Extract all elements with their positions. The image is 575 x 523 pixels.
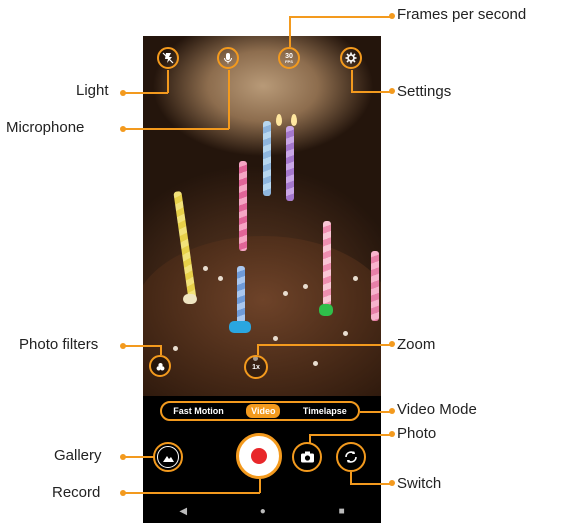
settings-gear-icon[interactable] [340, 47, 362, 69]
flash-off-icon[interactable] [157, 47, 179, 69]
candle [239, 161, 247, 251]
callout-video-mode: Video Mode [397, 401, 477, 418]
callout-microphone: Microphone [6, 119, 85, 136]
sprinkle [343, 331, 348, 336]
callout-frames-per-second: Frames per second [397, 6, 527, 23]
leader-mic [123, 128, 229, 130]
callout-settings: Settings [397, 83, 452, 100]
candle [263, 121, 271, 196]
leader-filters [160, 345, 162, 355]
sprinkle [353, 276, 358, 281]
leader-dot [389, 341, 395, 347]
leader-mic [228, 70, 230, 129]
leader-gallery [123, 456, 154, 458]
candle-holder [183, 294, 197, 304]
leader-dot [389, 13, 395, 19]
callout-zoom: Zoom [397, 336, 436, 353]
home-icon[interactable]: ● [260, 506, 266, 517]
leader-zoom [257, 344, 391, 346]
flame [291, 114, 297, 126]
sprinkle [273, 336, 278, 341]
sprinkle [203, 266, 208, 271]
callout-record: Record [52, 484, 101, 501]
leader-zoom [257, 344, 259, 355]
leader-photo [309, 434, 391, 436]
zoom-icon[interactable]: 1x [244, 355, 268, 379]
leader-dot [389, 88, 395, 94]
mode-timelapse[interactable]: Timelapse [303, 406, 347, 416]
candle [286, 126, 294, 201]
recents-icon[interactable]: ■ [339, 506, 345, 517]
leader-fps [289, 16, 291, 47]
gallery-icon[interactable] [153, 442, 183, 472]
candle [371, 251, 379, 321]
leader-fps [289, 16, 391, 18]
mode-video[interactable]: Video [246, 404, 281, 418]
sprinkle [218, 276, 223, 281]
leader-settings [351, 70, 353, 92]
callout-photo-filters: Photo filters [19, 336, 99, 353]
zoom-value: 1x [252, 363, 260, 371]
flame [276, 114, 282, 126]
leader-record [123, 492, 260, 494]
gallery-thumb [157, 446, 179, 468]
leader-light [123, 92, 168, 94]
callout-gallery: Gallery [54, 447, 102, 464]
sprinkle [313, 361, 318, 366]
photo-camera-icon[interactable] [292, 442, 322, 472]
leader-dot [389, 408, 395, 414]
candle-holder [319, 304, 333, 316]
leader-filters [123, 345, 161, 347]
sprinkle [283, 291, 288, 296]
back-icon[interactable]: ◀ [179, 506, 187, 517]
candle [323, 221, 331, 306]
mode-selector[interactable]: Fast Motion Video Timelapse [160, 401, 360, 421]
record-dot [251, 448, 267, 464]
candle [237, 266, 245, 326]
candle-holder [229, 321, 251, 333]
sprinkle [173, 346, 178, 351]
leader-light [167, 70, 169, 93]
leader-settings [351, 91, 391, 93]
callout-light: Light [76, 82, 109, 99]
switch-camera-icon[interactable] [336, 442, 366, 472]
fps-button[interactable]: 30 FPS [278, 47, 300, 69]
leader-dot [389, 431, 395, 437]
system-nav-bar: ◀ ● ■ [143, 499, 381, 523]
leader-photo [309, 434, 311, 444]
camera-viewfinder [143, 36, 381, 396]
callout-photo: Photo [397, 425, 437, 442]
phone-screen: 30 FPS 1x Fast Motion Video Timelapse ◀ … [143, 36, 381, 523]
filters-icon[interactable] [149, 355, 171, 377]
callout-switch: Switch [397, 475, 442, 492]
leader-record [259, 479, 261, 493]
microphone-icon[interactable] [217, 47, 239, 69]
fps-unit: FPS [285, 58, 293, 64]
record-icon[interactable] [236, 433, 282, 479]
leader-switch [350, 483, 391, 485]
sprinkle [303, 284, 308, 289]
mode-fast-motion[interactable]: Fast Motion [173, 406, 224, 416]
leader-video-mode [360, 411, 391, 413]
leader-dot [389, 480, 395, 486]
